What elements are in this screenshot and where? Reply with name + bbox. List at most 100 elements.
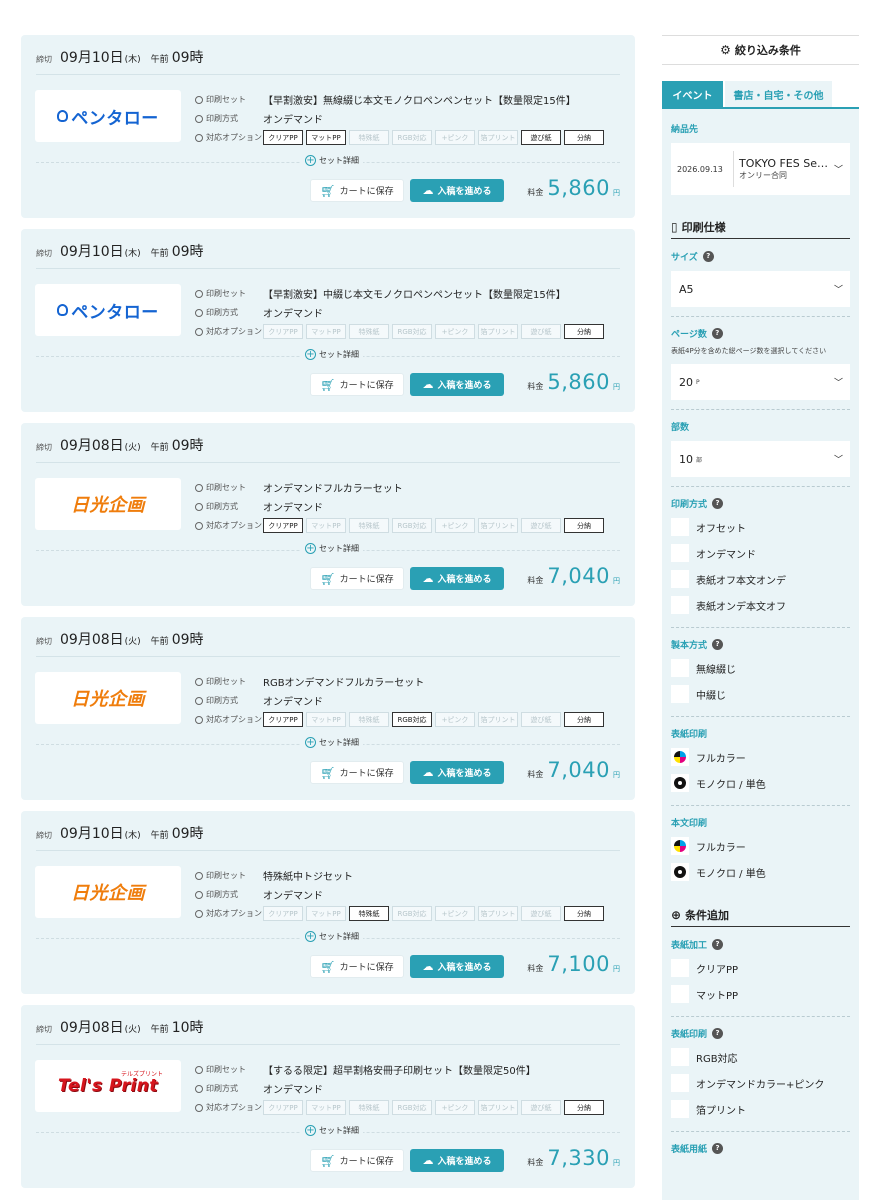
set-detail-label: セット詳細 [319, 156, 359, 165]
printer-logo[interactable]: ペンタロー [35, 284, 181, 336]
checkbox[interactable] [671, 837, 689, 855]
option-badge: 遊び紙 [521, 906, 561, 921]
set-detail-toggle[interactable]: + セット詳細 [301, 1125, 363, 1136]
save-to-cart-button[interactable]: 🛒︎ カートに保存 [310, 179, 404, 202]
checkbox[interactable] [671, 863, 689, 881]
checkbox-label: クリアPP [696, 964, 739, 976]
checkbox-option[interactable]: 表紙オフ本文オンデ [671, 566, 850, 592]
printer-logo[interactable]: 日光企画 [35, 478, 181, 530]
help-icon[interactable]: ? [712, 638, 724, 650]
option-badge: 遊び紙 [521, 324, 561, 339]
checkbox-option[interactable]: マットPP [671, 981, 850, 1007]
printer-logo[interactable]: テルズプリント Tel's Print [35, 1060, 181, 1112]
help-icon[interactable]: ? [712, 938, 724, 950]
option-badge: +ピンク [435, 324, 475, 339]
set-detail-toggle[interactable]: + セット詳細 [301, 155, 363, 166]
card-header: 締切 09月10日 (木) 午前 09時 [36, 47, 620, 75]
copies-select[interactable]: 10 部 ﹀ [671, 441, 850, 477]
checkbox-option[interactable]: オフセット [671, 514, 850, 540]
deadline-label: 締切 [36, 1025, 52, 1034]
proceed-submission-button[interactable]: ☁ 入稿を進める [410, 179, 504, 202]
help-icon[interactable]: ? [711, 327, 723, 339]
checkbox-option[interactable]: 表紙オンデ本文オフ [671, 592, 850, 618]
checkbox-option[interactable]: オンデマンド [671, 540, 850, 566]
checkbox[interactable] [671, 1100, 689, 1118]
checkbox[interactable] [671, 774, 689, 792]
checkbox-option[interactable]: オンデマンドカラー+ピンク [671, 1070, 850, 1096]
print-method-icon [195, 308, 203, 317]
spec-label: 印刷セット [195, 870, 263, 881]
checkbox-option[interactable]: モノクロ / 単色 [671, 859, 850, 885]
printer-logo[interactable]: ペンタロー [35, 90, 181, 142]
penguin-icon [57, 110, 69, 122]
method-label-text: 印刷方式 [671, 499, 708, 510]
proceed-submission-button[interactable]: ☁ 入稿を進める [410, 761, 504, 784]
copies-value: 10 [679, 452, 693, 466]
checkbox-label: モノクロ / 単色 [696, 779, 766, 791]
set-detail-toggle[interactable]: + セット詳細 [301, 543, 363, 554]
spec-label: 印刷セット [195, 1064, 263, 1075]
print-set-card: 締切 09月08日 (火) 午前 09時 日光企画 印刷セット オンデマンドフル… [21, 423, 635, 606]
checkbox[interactable] [671, 1048, 689, 1066]
help-icon[interactable]: ? [712, 1142, 724, 1154]
checkbox[interactable] [671, 596, 689, 614]
set-detail-toggle[interactable]: + セット詳細 [301, 931, 363, 942]
proceed-submission-button[interactable]: ☁ 入稿を進める [410, 567, 504, 590]
checkbox-option[interactable]: RGB対応 [671, 1044, 850, 1070]
proceed-submission-button[interactable]: ☁ 入稿を進める [410, 1149, 504, 1172]
tab-event[interactable]: イベント [662, 81, 723, 107]
spec-label-text: 対応オプション [206, 327, 262, 336]
print-set-icon [195, 1065, 203, 1074]
checkbox[interactable] [671, 685, 689, 703]
checkbox-option[interactable]: フルカラー [671, 744, 850, 770]
price: 料金 7,040 円 [527, 758, 620, 782]
checkbox-option[interactable]: 無線綴じ [671, 655, 850, 681]
checkbox-option[interactable]: クリアPP [671, 955, 850, 981]
option-badge: +ピンク [435, 130, 475, 145]
pages-select[interactable]: 20 P ﹀ [671, 364, 850, 400]
card-header: 締切 09月08日 (火) 午前 09時 [36, 629, 620, 657]
checkbox[interactable] [671, 748, 689, 766]
printer-logo[interactable]: 日光企画 [35, 866, 181, 918]
set-detail-toggle[interactable]: + セット詳細 [301, 737, 363, 748]
checkbox-label: RGB対応 [696, 1053, 738, 1065]
checkbox-option[interactable]: 中綴じ [671, 681, 850, 707]
proceed-submission-button[interactable]: ☁ 入稿を進める [410, 955, 504, 978]
save-to-cart-button[interactable]: 🛒︎ カートに保存 [310, 1149, 404, 1172]
save-to-cart-button[interactable]: 🛒︎ カートに保存 [310, 567, 404, 590]
checkbox-option[interactable]: フルカラー [671, 833, 850, 859]
set-detail-toggle[interactable]: + セット詳細 [301, 349, 363, 360]
size-select[interactable]: A5 ﹀ [671, 271, 850, 307]
print-set-value: 【早割激安】中綴じ本文モノクロペンペンセット【数量限定15件】 [263, 290, 566, 301]
help-icon[interactable]: ? [702, 250, 714, 262]
checkbox[interactable] [671, 544, 689, 562]
checkbox-option[interactable]: 箔プリント [671, 1096, 850, 1122]
cover-finish-label: 表紙加工? [671, 937, 850, 951]
logo-text: 日光企画 [71, 495, 145, 516]
proceed-submission-button[interactable]: ☁ 入稿を進める [410, 373, 504, 396]
checkbox[interactable] [671, 570, 689, 588]
checkbox[interactable] [671, 1074, 689, 1092]
printer-logo[interactable]: 日光企画 [35, 672, 181, 724]
binding-label-text: 製本方式 [671, 640, 708, 651]
help-icon[interactable]: ? [712, 497, 724, 509]
option-badge: RGB対応 [392, 906, 432, 921]
help-icon[interactable]: ? [712, 1027, 724, 1039]
save-to-cart-button[interactable]: 🛒︎ カートに保存 [310, 761, 404, 784]
checkbox-option[interactable]: モノクロ / 単色 [671, 770, 850, 796]
spec-row-set: 印刷セット 特殊紙中トジセット [195, 866, 615, 885]
destination-select[interactable]: 2026.09.13 TOKYO FES Se… オンリー合同 ﹀ [671, 143, 850, 195]
checkbox[interactable] [671, 959, 689, 977]
price-value: 5,860 [547, 176, 610, 200]
logo-text: Tel's Print [58, 1076, 158, 1096]
save-to-cart-button[interactable]: 🛒︎ カートに保存 [310, 373, 404, 396]
logo-text: 日光企画 [71, 689, 145, 710]
checkbox[interactable] [671, 518, 689, 536]
cloud-upload-icon: ☁ [422, 766, 434, 779]
checkbox-label: フルカラー [696, 753, 746, 765]
plus-circle-icon: + [305, 931, 316, 942]
checkbox[interactable] [671, 985, 689, 1003]
tab-store-home-other[interactable]: 書店・自宅・その他 [725, 81, 832, 107]
save-to-cart-button[interactable]: 🛒︎ カートに保存 [310, 955, 404, 978]
checkbox[interactable] [671, 659, 689, 677]
